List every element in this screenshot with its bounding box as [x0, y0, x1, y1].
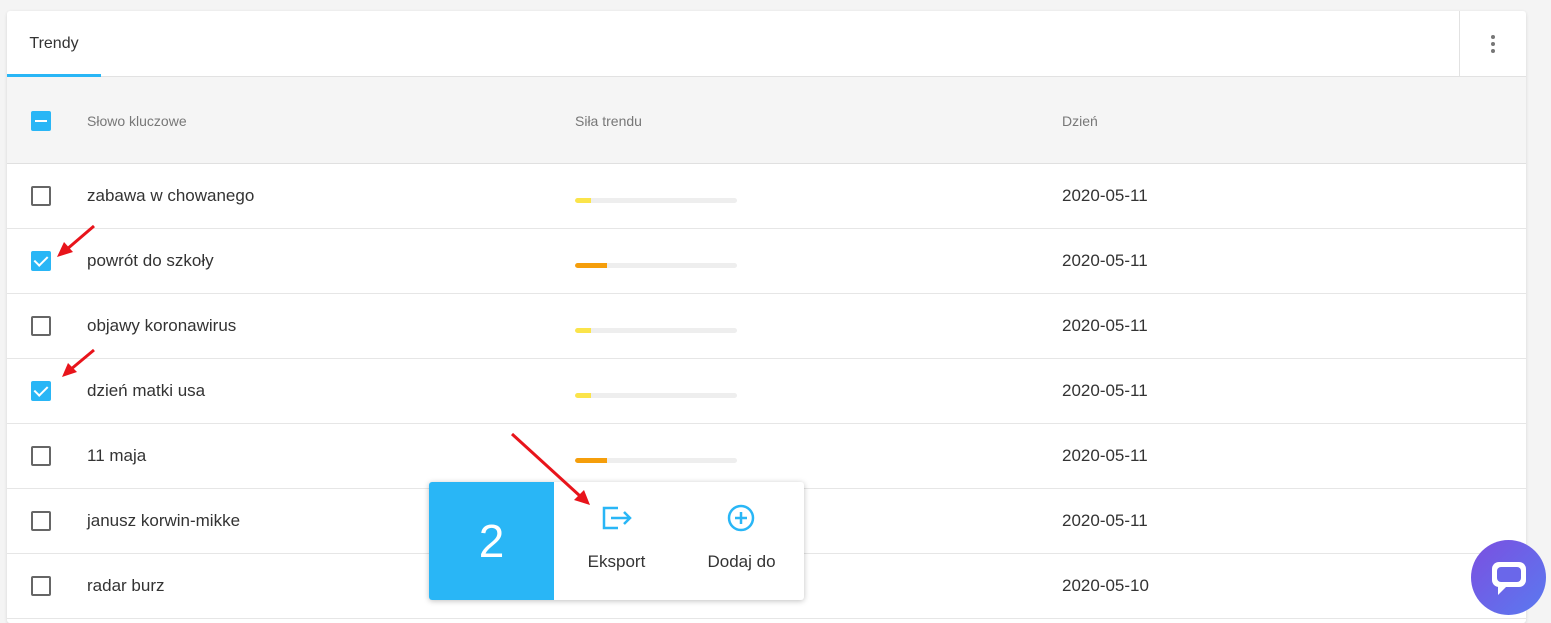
column-header-day[interactable]: Dzień — [1062, 77, 1098, 164]
selected-count: 2 — [429, 482, 554, 600]
trend-strength-bar — [575, 263, 737, 268]
table-row[interactable]: objawy koronawirus 2020-05-11 — [7, 294, 1526, 359]
keyword-cell: dzień matki usa — [87, 381, 206, 400]
keyword-cell: objawy koronawirus — [87, 316, 237, 335]
row-checkbox[interactable] — [31, 186, 51, 206]
select-all-checkbox[interactable] — [31, 111, 51, 131]
trend-strength-bar — [575, 328, 737, 333]
keyword-cell: radar burz — [87, 576, 165, 595]
tab-trendy[interactable]: Trendy — [7, 11, 101, 77]
trend-strength-bar — [575, 393, 737, 398]
trend-strength-bar — [575, 458, 737, 463]
export-button[interactable]: Eksport — [554, 482, 679, 600]
chat-widget-button[interactable] — [1471, 540, 1546, 615]
chat-bubble-icon — [1492, 562, 1526, 595]
selection-action-bar: 2 Eksport Dodaj do — [429, 482, 804, 600]
date-cell: 2020-05-11 — [1062, 511, 1148, 530]
table-row[interactable]: powrót do szkoły 2020-05-11 — [7, 229, 1526, 294]
row-checkbox[interactable] — [31, 446, 51, 466]
tab-trendy-label: Trendy — [29, 35, 79, 52]
add-circle-icon — [727, 504, 755, 532]
row-checkbox[interactable] — [31, 576, 51, 596]
export-label: Eksport — [587, 552, 646, 571]
tab-bar: Trendy — [7, 11, 1526, 77]
date-cell: 2020-05-11 — [1062, 186, 1148, 205]
date-cell: 2020-05-10 — [1062, 576, 1149, 595]
more-vert-icon — [1491, 34, 1495, 39]
export-icon — [602, 506, 632, 530]
column-header-keyword[interactable]: Słowo kluczowe — [87, 77, 187, 164]
keyword-cell: powrót do szkoły — [87, 251, 214, 270]
row-checkbox[interactable] — [31, 316, 51, 336]
date-cell: 2020-05-11 — [1062, 316, 1148, 335]
date-cell: 2020-05-11 — [1062, 251, 1148, 270]
date-cell: 2020-05-11 — [1062, 446, 1148, 465]
row-checkbox[interactable] — [31, 251, 51, 271]
table-header: Słowo kluczowe Siła trendu Dzień — [7, 77, 1526, 164]
trend-strength-fill — [575, 198, 592, 203]
trend-strength-fill — [575, 458, 608, 463]
table-row[interactable]: zabawa w chowanego 2020-05-11 — [7, 164, 1526, 229]
table-row[interactable]: 11 maja 2020-05-11 — [7, 424, 1526, 489]
table-row[interactable]: dzień matki usa 2020-05-11 — [7, 359, 1526, 424]
keyword-cell: 11 maja — [87, 446, 147, 465]
row-checkbox[interactable] — [31, 381, 51, 401]
keyword-cell: janusz korwin-mikke — [87, 511, 241, 530]
trend-strength-fill — [575, 263, 608, 268]
trend-strength-bar — [575, 198, 737, 203]
trend-strength-fill — [575, 393, 592, 398]
row-checkbox[interactable] — [31, 511, 51, 531]
keyword-cell: zabawa w chowanego — [87, 186, 255, 205]
date-cell: 2020-05-11 — [1062, 381, 1148, 400]
trend-strength-fill — [575, 328, 592, 333]
column-header-strength[interactable]: Siła trendu — [575, 77, 642, 164]
add-to-button[interactable]: Dodaj do — [679, 482, 804, 600]
more-options-button[interactable] — [1459, 11, 1526, 76]
add-to-label: Dodaj do — [707, 552, 776, 571]
